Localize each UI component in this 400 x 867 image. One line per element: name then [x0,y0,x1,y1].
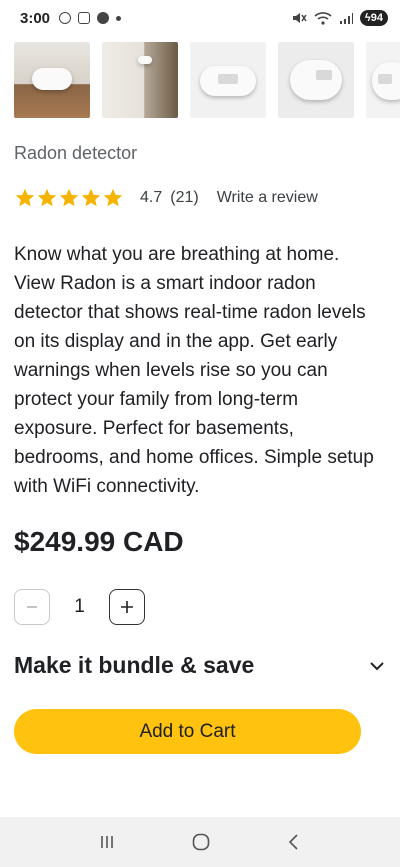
bundle-title: Make it bundle & save [14,652,255,678]
plus-icon [121,601,133,613]
thumbnail-1[interactable] [14,42,90,118]
instagram-icon [59,12,72,24]
increment-button[interactable] [109,589,145,625]
back-icon[interactable] [286,833,302,851]
product-description: Know what you are breathing at home. Vie… [14,244,374,497]
bundle-accordion[interactable]: Make it bundle & save [14,652,386,679]
rating-stars [14,187,124,209]
quantity-stepper: 1 [14,589,145,625]
home-icon[interactable] [191,832,211,852]
rating-count[interactable]: (21) [170,189,198,207]
recent-apps-icon[interactable] [98,833,116,851]
device-image [290,60,342,100]
status-right: ϟ94 [291,10,388,26]
star-icon [15,188,35,207]
screenshot-icon [78,12,91,24]
more-notifications-icon [116,15,122,21]
wifi-icon [314,12,332,25]
thumbnail-4[interactable] [278,42,354,118]
device-image [32,68,72,90]
image-gallery[interactable] [14,42,400,120]
status-time: 3:00 [20,9,51,27]
device-image [138,56,152,64]
add-to-cart-button[interactable]: Add to Cart [14,709,361,754]
device-image [372,62,400,100]
write-review-link[interactable]: Write a review [217,189,318,207]
chevron-down-icon[interactable] [368,660,386,672]
status-left: 3:00 [20,9,122,27]
device-image [200,66,256,96]
app-notification-icon [97,12,110,24]
rating-value: 4.7 [140,189,163,206]
star-icon [59,188,79,207]
thumbnail-5[interactable] [366,42,400,118]
minus-icon [27,606,37,608]
status-bar: 3:00 ϟ94 [0,0,400,36]
product-price: $249.99 CAD [14,526,184,557]
thumbnail-3[interactable] [190,42,266,118]
star-icon [37,188,57,207]
battery-level: 94 [370,12,383,24]
star-icon [103,188,123,207]
thumbnail-2[interactable] [102,42,178,118]
signal-icon [339,13,353,24]
mute-icon [292,13,307,23]
quantity-value: 1 [74,596,85,617]
rating-row: 4.7 (21) Write a review [14,187,318,209]
star-icon [81,188,101,207]
product-type: Radon detector [14,143,138,163]
navigation-bar [0,817,400,867]
decrement-button[interactable] [14,589,50,625]
battery-indicator: ϟ94 [359,10,388,26]
